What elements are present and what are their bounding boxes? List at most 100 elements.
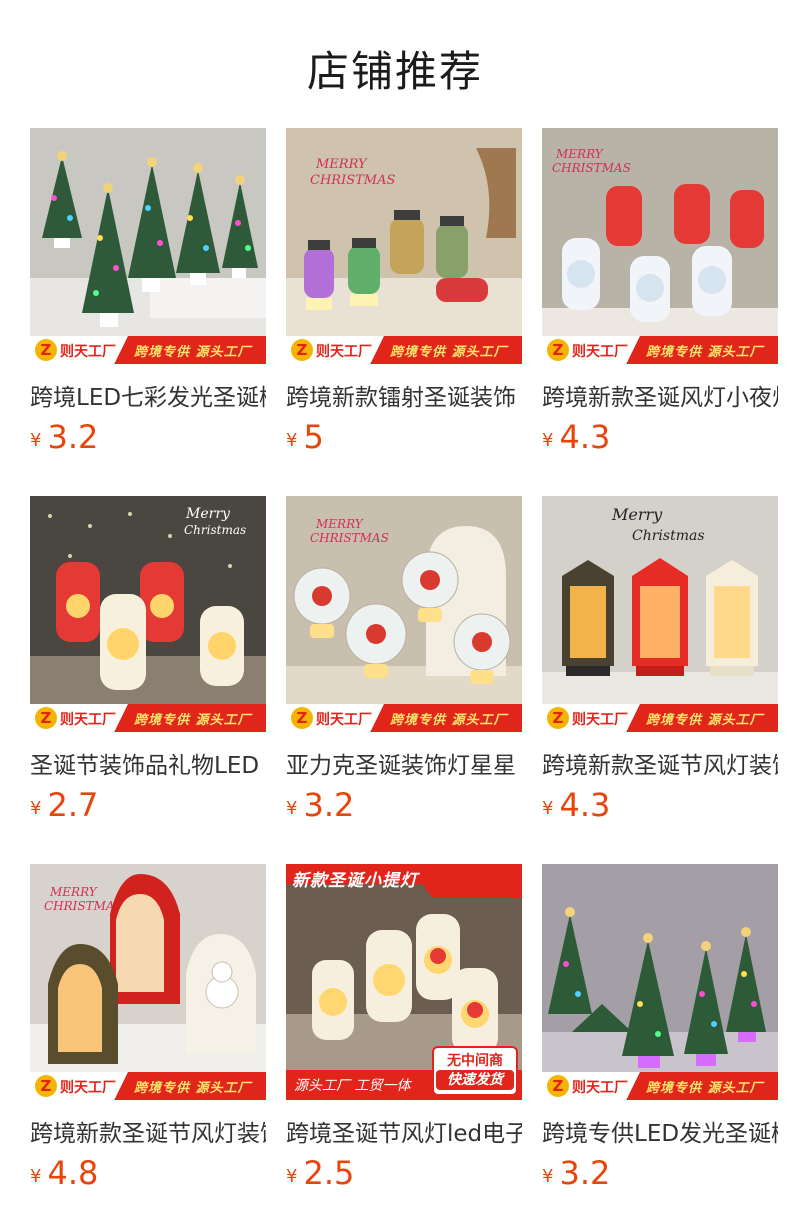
brand-slogan: 跨境专供 源头工厂 [390, 713, 508, 728]
brand-name: 则天工厂 [572, 712, 628, 728]
product-card[interactable]: Z 则天工厂 跨境专供 源头工厂 跨境LED七彩发光圣诞树 ¥3.2 [30, 128, 266, 468]
brand-slogan: 跨境专供 源头工厂 [134, 713, 252, 728]
price-value: 4.3 [559, 418, 611, 456]
brand-logo-icon: Z [291, 707, 313, 729]
currency-symbol: ¥ [542, 430, 554, 451]
currency-symbol: ¥ [30, 798, 42, 819]
product-name[interactable]: 跨境圣诞节风灯led电子 [286, 1114, 522, 1148]
currency-symbol: ¥ [286, 1166, 298, 1187]
svg-text:MERRY: MERRY [555, 147, 604, 161]
product-price: ¥3.2 [286, 786, 354, 824]
product-image-christmas-trees[interactable]: Z 则天工厂 跨境专供 源头工厂 [30, 128, 266, 364]
price-value: 3.2 [47, 418, 99, 456]
product-name[interactable]: 跨境新款圣诞节风灯装饰 [542, 746, 778, 780]
currency-symbol: ¥ [542, 798, 554, 819]
product-card[interactable]: 新款圣诞小提灯 源头工厂 工贸一体 无中间商 快速发货 跨境圣诞节风灯led电子… [286, 864, 522, 1204]
svg-text:CHRISTMAS: CHRISTMAS [552, 161, 631, 175]
brand-name: 则天工厂 [572, 1080, 628, 1096]
brand-logo-icon: Z [291, 339, 313, 361]
product-image-christmas-trees-purple[interactable]: Z 则天工厂 跨境专供 源头工厂 [542, 864, 778, 1100]
price-value: 4.8 [47, 1154, 99, 1192]
product-name[interactable]: 跨境LED七彩发光圣诞树 [30, 378, 266, 412]
product-price: ¥3.2 [30, 418, 98, 456]
product-price: ¥2.7 [30, 786, 98, 824]
svg-text:MERRY: MERRY [315, 517, 364, 531]
product-image-hexagon-lanterns[interactable]: Merry Christmas Z 则天工厂 跨境专供 源头工厂 [542, 496, 778, 732]
promo-badge: 无中间商 快速发货 [432, 1046, 518, 1096]
shop-banner: Z 则天工厂 跨境专供 源头工厂 [30, 1072, 266, 1100]
product-card[interactable]: Merry Christmas Z 则天工厂 跨境专供 源头工厂 跨境新款圣诞节… [542, 496, 778, 836]
price-value: 3.2 [303, 786, 355, 824]
shop-banner: Z 则天工厂 跨境专供 源头工厂 [542, 1072, 778, 1100]
shop-banner: Z 则天工厂 跨境专供 源头工厂 [542, 336, 778, 364]
product-card[interactable]: Merry Christmas Z 则天工厂 跨境专供 源头工厂 圣诞节装饰品礼… [30, 496, 266, 836]
promo-footer: 源头工厂 工贸一体 [294, 1078, 411, 1094]
product-name[interactable]: 亚力克圣诞装饰灯星星 [286, 746, 522, 780]
brand-logo-icon: Z [547, 1075, 569, 1097]
product-image-arched-lanterns[interactable]: MERRY CHRISTMAS Z 则天工厂 跨境专供 源头工厂 [30, 864, 266, 1100]
price-value: 2.5 [303, 1154, 355, 1192]
product-image-mini-lanterns-promo[interactable]: 新款圣诞小提灯 源头工厂 工贸一体 无中间商 快速发货 [286, 864, 522, 1100]
brand-name: 则天工厂 [60, 1080, 116, 1096]
product-image-acrylic-globes[interactable]: MERRY CHRISTMAS Z 则天工厂 跨境专供 源头工厂 [286, 496, 522, 732]
product-card[interactable]: MERRY CHRISTMAS Z 则天工厂 跨境专供 源头工厂 跨境新款圣诞风… [542, 128, 778, 468]
brand-name: 则天工厂 [60, 712, 116, 728]
product-price: ¥4.8 [30, 1154, 98, 1192]
shop-banner: Z 则天工厂 跨境专供 源头工厂 [286, 336, 522, 364]
currency-symbol: ¥ [30, 430, 42, 451]
brand-slogan: 跨境专供 源头工厂 [134, 345, 252, 360]
svg-text:MERRY: MERRY [315, 157, 368, 172]
product-price: ¥4.3 [542, 786, 610, 824]
product-card[interactable]: Z 则天工厂 跨境专供 源头工厂 跨境专供LED发光圣诞树 ¥3.2 [542, 864, 778, 1204]
currency-symbol: ¥ [542, 1166, 554, 1187]
product-card[interactable]: MERRY CHRISTMAS Z 则天工厂 跨境专供 源头工厂 跨境新款镭射圣… [286, 128, 522, 468]
shop-banner: Z 则天工厂 跨境专供 源头工厂 [286, 704, 522, 732]
svg-text:CHRISTMAS: CHRISTMAS [310, 531, 389, 545]
svg-text:Merry: Merry [611, 505, 663, 524]
currency-symbol: ¥ [30, 1166, 42, 1187]
product-name[interactable]: 圣诞节装饰品礼物LED [30, 746, 266, 780]
product-name[interactable]: 跨境新款圣诞风灯小夜灯 [542, 378, 778, 412]
shop-banner: Z 则天工厂 跨境专供 源头工厂 [30, 704, 266, 732]
currency-symbol: ¥ [286, 430, 298, 451]
brand-logo-icon: Z [35, 707, 57, 729]
product-image-red-white-lanterns[interactable]: Merry Christmas Z 则天工厂 跨境专供 源头工厂 [30, 496, 266, 732]
brand-logo-icon: Z [35, 339, 57, 361]
price-value: 4.3 [559, 786, 611, 824]
brand-slogan: 跨境专供 源头工厂 [134, 1081, 252, 1096]
product-name[interactable]: 跨境新款镭射圣诞装饰 [286, 378, 522, 412]
promo-badge-line1: 无中间商 [447, 1053, 503, 1069]
svg-text:MERRY: MERRY [49, 885, 98, 899]
brand-slogan: 跨境专供 源头工厂 [646, 345, 764, 360]
page-title: 店铺推荐 [306, 47, 483, 96]
product-image-laser-lanterns[interactable]: MERRY CHRISTMAS Z 则天工厂 跨境专供 源头工厂 [286, 128, 522, 364]
price-value: 2.7 [47, 786, 99, 824]
brand-slogan: 跨境专供 源头工厂 [646, 1081, 764, 1096]
product-price: ¥3.2 [542, 1154, 610, 1192]
brand-name: 则天工厂 [316, 712, 372, 728]
product-card[interactable]: MERRY CHRISTMAS Z 则天工厂 跨境专供 源头工厂 亚力克圣诞装饰… [286, 496, 522, 836]
currency-symbol: ¥ [286, 798, 298, 819]
svg-text:Christmas: Christmas [632, 528, 705, 544]
brand-slogan: 跨境专供 源头工厂 [390, 345, 508, 360]
svg-text:Merry: Merry [185, 506, 231, 522]
product-price: ¥4.3 [542, 418, 610, 456]
brand-name: 则天工厂 [316, 344, 372, 360]
price-value: 3.2 [559, 1154, 611, 1192]
brand-name: 则天工厂 [60, 344, 116, 360]
brand-logo-icon: Z [547, 339, 569, 361]
product-image-santa-lanterns[interactable]: MERRY CHRISTMAS Z 则天工厂 跨境专供 源头工厂 [542, 128, 778, 364]
svg-text:Christmas: Christmas [184, 523, 246, 537]
product-name[interactable]: 跨境专供LED发光圣诞树 [542, 1114, 778, 1148]
brand-logo-icon: Z [35, 1075, 57, 1097]
brand-logo-icon: Z [547, 707, 569, 729]
product-card[interactable]: MERRY CHRISTMAS Z 则天工厂 跨境专供 源头工厂 跨境新款圣诞节… [30, 864, 266, 1204]
brand-slogan: 跨境专供 源头工厂 [646, 713, 764, 728]
brand-name: 则天工厂 [572, 344, 628, 360]
product-price: ¥5 [286, 418, 324, 456]
svg-text:CHRISTMAS: CHRISTMAS [310, 173, 395, 188]
product-name[interactable]: 跨境新款圣诞节风灯装饰 [30, 1114, 266, 1148]
price-value: 5 [303, 418, 324, 456]
promo-badge-line2: 快速发货 [436, 1070, 514, 1090]
promo-header: 新款圣诞小提灯 [292, 871, 418, 891]
